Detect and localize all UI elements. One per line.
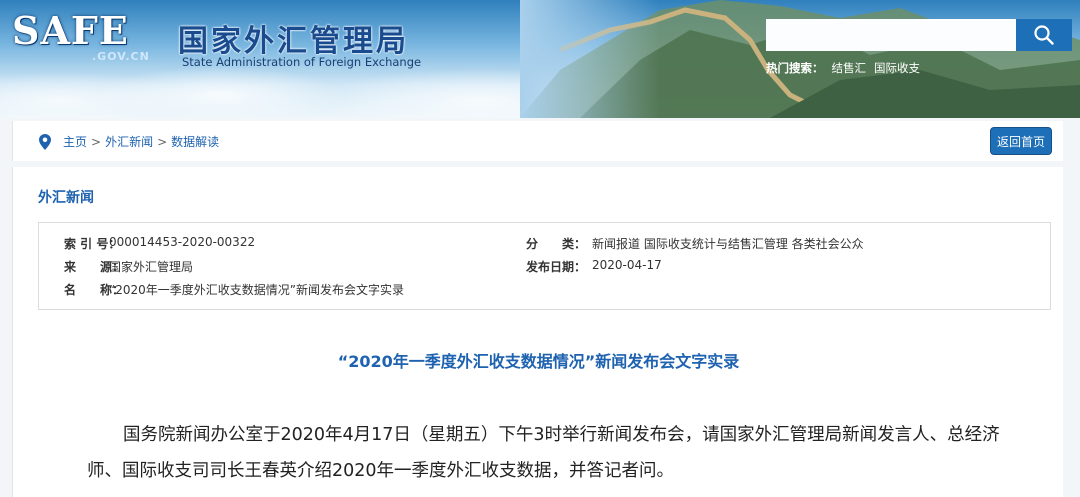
date-value: 2020-04-17 [592,257,662,272]
breadcrumb-bar: 主页 > 外汇新闻 > 数据解读 返回首页 [12,121,1063,161]
source-value: 国家外汇管理局 [109,259,194,274]
article-paragraph: 国务院新闻办公室于2020年4月17日（星期五）下午3时举行新闻发布会，请国家外… [87,425,1000,481]
search-icon [1034,25,1054,45]
site-header: SAFE .GOV.CN 国家外汇管理局 State Administratio… [0,0,1080,118]
hot-searches: 热门搜索： 结售汇 国际收支 [766,60,920,76]
category-value: 新闻报道 国际收支统计与结售汇管理 各类社会公众 [592,236,864,251]
content-panel: 外汇新闻 索 引 号： 000014453-2020-00322 分 类： 新闻… [12,167,1063,497]
meta-row: 来 源： 国家外汇管理局 发布日期： 2020-04-17 [39,256,1050,276]
index-value: 000014453-2020-00322 [109,234,256,249]
site-logo[interactable]: SAFE [12,8,129,53]
index-label: 索 引 号： [64,236,121,251]
breadcrumb: 主页 > 外汇新闻 > 数据解读 [39,133,219,150]
breadcrumb-news[interactable]: 外汇新闻 [105,133,153,150]
search-button[interactable] [1016,19,1072,51]
date-label: 发布日期： [526,259,587,274]
search-input[interactable] [766,19,1016,51]
hot-search-link[interactable]: 国际收支 [874,60,920,76]
name-label: 名 称： [64,282,125,297]
meta-row: 索 引 号： 000014453-2020-00322 分 类： 新闻报道 国际… [39,233,1050,253]
search-box [766,19,1072,51]
location-pin-icon [39,133,51,150]
section-title: 外汇新闻 [38,190,94,206]
breadcrumb-separator: > [91,134,102,149]
article-headline: “2020年一季度外汇收支数据情况”新闻发布会文字实录 [337,352,740,371]
breadcrumb-separator: > [157,134,168,149]
source-label: 来 源： [64,259,125,274]
document-meta-box: 索 引 号： 000014453-2020-00322 分 类： 新闻报道 国际… [38,222,1051,310]
meta-row: 名 称： “2020年一季度外汇收支数据情况”新闻发布会文字实录 [39,279,1050,299]
logo-text: SAFE [12,8,129,53]
category-label: 分 类： [526,236,587,251]
hot-search-link[interactable]: 结售汇 [832,60,867,76]
hot-search-label: 热门搜索： [766,61,824,75]
site-title-en: State Administration of Foreign Exchange [182,55,422,69]
logo-domain: .GOV.CN [92,50,150,63]
site-title-cn: 国家外汇管理局 [178,24,409,59]
name-value: “2020年一季度外汇收支数据情况”新闻发布会文字实录 [109,282,404,297]
breadcrumb-home[interactable]: 主页 [63,133,87,150]
back-home-button[interactable]: 返回首页 [990,127,1052,155]
breadcrumb-data-analysis[interactable]: 数据解读 [171,133,219,150]
great-wall-banner [520,0,1080,118]
